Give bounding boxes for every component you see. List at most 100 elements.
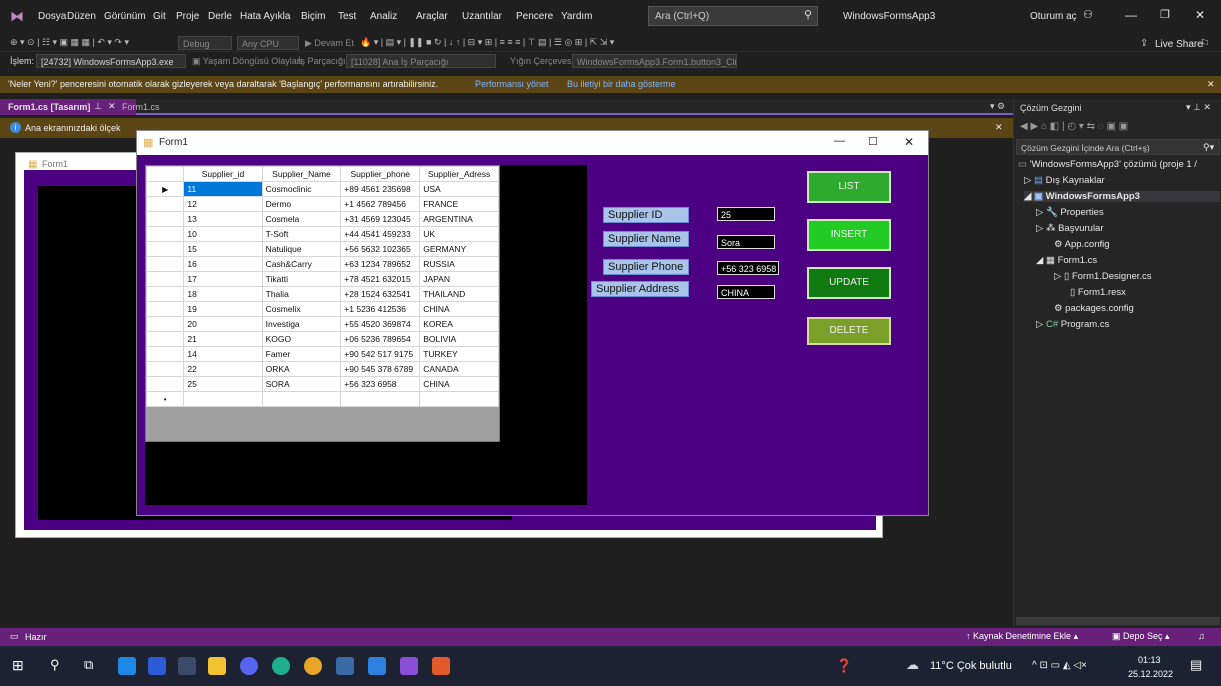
insert-button[interactable]: INSERT xyxy=(807,219,891,251)
weather-icon[interactable]: ☁ xyxy=(906,657,919,673)
supplier-id-field[interactable]: 25 xyxy=(717,207,775,221)
visual-studio-icon[interactable] xyxy=(400,657,418,675)
table-cell[interactable]: CHINA xyxy=(419,376,499,392)
minimize-icon[interactable]: — xyxy=(1125,8,1137,22)
table-cell[interactable]: T-Soft xyxy=(261,226,342,242)
column-header[interactable]: Supplier_Name xyxy=(261,166,342,182)
row-header[interactable] xyxy=(146,271,185,287)
close-icon[interactable]: ✕ xyxy=(1195,8,1205,22)
table-cell[interactable]: +78 4521 632015 xyxy=(340,271,421,287)
table-row[interactable]: 10 T-Soft +44 4541 459233 UK xyxy=(146,226,499,242)
table-row[interactable]: 22 ORKA +90 545 378 6789 CANADA xyxy=(146,361,499,377)
row-header[interactable] xyxy=(146,196,185,212)
thread-select[interactable]: [11028] Ana İş Parçacığı xyxy=(346,54,496,68)
feedback-icon[interactable]: ⚐ xyxy=(1200,37,1210,50)
table-cell[interactable]: Cosmela xyxy=(261,211,342,227)
edge-icon[interactable] xyxy=(272,657,290,675)
menu-file[interactable]: Dosya xyxy=(38,11,66,22)
supplier-name-field[interactable]: Sora xyxy=(717,235,775,249)
table-cell[interactable]: +63 1234 789652 xyxy=(340,256,421,272)
row-header[interactable] xyxy=(146,346,185,362)
mail-icon[interactable] xyxy=(118,657,136,675)
expand-icon[interactable]: ▷ xyxy=(1036,207,1046,218)
continue-button[interactable]: ▶ Devam Et xyxy=(305,38,354,49)
manage-performance-link[interactable]: Performansı yönet xyxy=(475,79,549,89)
table-cell[interactable]: 13 xyxy=(183,211,263,227)
table-cell[interactable]: KOREA xyxy=(419,316,499,332)
table-cell[interactable]: +56 323 6958 xyxy=(340,376,421,392)
table-cell[interactable] xyxy=(183,391,263,407)
row-header[interactable] xyxy=(146,331,185,347)
stack-frame-select[interactable]: WindowsFormsApp3.Form1.button3_Click xyxy=(572,54,737,68)
tray-icons[interactable]: ^ ⊡ ▭ ◭ ◁× xyxy=(1032,660,1087,671)
tree-external-deps[interactable]: ▷ ▤ Dış Kaynaklar xyxy=(1024,175,1105,186)
table-cell[interactable]: 16 xyxy=(183,256,263,272)
table-cell[interactable]: +28 1524 632541 xyxy=(340,286,421,302)
table-cell[interactable]: ORKA xyxy=(261,361,342,377)
table-cell[interactable]: 19 xyxy=(183,301,263,317)
table-cell[interactable]: +1 5236 412536 xyxy=(340,301,421,317)
table-cell[interactable]: Thalia xyxy=(261,286,342,302)
tree-solution[interactable]: ▭ 'WindowsFormsApp3' çözümü (proje 1 / xyxy=(1018,159,1197,170)
tree-form1-resx[interactable]: ▯ Form1.resx xyxy=(1070,287,1126,298)
table-cell[interactable]: +44 4541 459233 xyxy=(340,226,421,242)
row-header[interactable] xyxy=(146,226,185,242)
collapse-icon[interactable]: ◢ xyxy=(1036,255,1046,266)
table-cell[interactable]: Investiga xyxy=(261,316,342,332)
row-header[interactable] xyxy=(146,211,185,227)
weather-text[interactable]: 11°C Çok bulutlu xyxy=(930,660,1012,672)
table-cell[interactable]: 18 xyxy=(183,286,263,302)
table-row[interactable]: 21 KOGO +06 5236 789654 BOLIVIA xyxy=(146,331,499,347)
table-cell[interactable]: USA xyxy=(419,181,499,197)
row-header[interactable] xyxy=(146,286,185,302)
table-cell[interactable]: Dermo xyxy=(261,196,342,212)
steam-icon[interactable] xyxy=(178,657,196,675)
app-icon[interactable] xyxy=(336,657,354,675)
table-cell[interactable]: UK xyxy=(419,226,499,242)
table-cell[interactable]: +90 545 378 6789 xyxy=(340,361,421,377)
table-row[interactable]: 15 Natulique +56 5632 102365 GERMANY xyxy=(146,241,499,257)
notification-center-icon[interactable]: ▤ xyxy=(1190,657,1202,673)
menu-extensions[interactable]: Uzantılar xyxy=(462,11,502,22)
table-cell[interactable]: Famer xyxy=(261,346,342,362)
table-cell[interactable]: TURKEY xyxy=(419,346,499,362)
new-row[interactable]: • xyxy=(146,391,499,407)
table-cell[interactable]: 20 xyxy=(183,316,263,332)
menu-analyze[interactable]: Analiz xyxy=(370,11,397,22)
clock-date[interactable]: 25.12.2022 xyxy=(1128,669,1173,679)
solution-search-input[interactable]: Çözüm Gezgini İçinde Ara (Ctrl+ş) ⚲▾ xyxy=(1016,139,1220,155)
new-row-header[interactable]: • xyxy=(146,391,185,407)
tree-form1-cs[interactable]: ◢ ▦ Form1.cs xyxy=(1036,255,1097,266)
row-header[interactable] xyxy=(146,361,185,377)
menu-project[interactable]: Proje xyxy=(176,11,199,22)
table-row[interactable]: 19 Cosmelix +1 5236 412536 CHINA xyxy=(146,301,499,317)
table-cell[interactable]: JAPAN xyxy=(419,271,499,287)
menu-format[interactable]: Biçim xyxy=(301,11,325,22)
table-cell[interactable]: Cosmelix xyxy=(261,301,342,317)
expand-icon[interactable]: ▷ xyxy=(1036,319,1046,330)
close-icon[interactable]: ✕ xyxy=(904,135,914,149)
table-cell[interactable]: Cash&Carry xyxy=(261,256,342,272)
supplier-table[interactable]: Supplier_id Supplier_Name Supplier_phone… xyxy=(146,166,499,407)
supplier-data-grid[interactable]: Supplier_id Supplier_Name Supplier_phone… xyxy=(145,165,500,442)
menu-help[interactable]: Yardım xyxy=(561,11,593,22)
tree-packages-config[interactable]: ⚙ packages.config xyxy=(1054,303,1134,314)
process-select[interactable]: [24732] WindowsFormsApp3.exe xyxy=(36,54,186,68)
dont-show-again-link[interactable]: Bu iletiyi bir daha gösterme xyxy=(567,79,676,89)
chrome-icon[interactable] xyxy=(304,657,322,675)
table-cell[interactable] xyxy=(261,391,342,407)
live-share-button[interactable]: Live Share xyxy=(1155,39,1203,50)
row-header[interactable] xyxy=(146,256,185,272)
table-cell[interactable]: GERMANY xyxy=(419,241,499,257)
tree-app-config[interactable]: ⚙ App.config xyxy=(1054,239,1110,250)
update-button[interactable]: UPDATE xyxy=(807,267,891,299)
teams-icon[interactable] xyxy=(148,657,166,675)
tree-project[interactable]: ◢ ▣ WindowsFormsApp3 xyxy=(1024,191,1220,202)
table-cell[interactable]: +90 542 517 9175 xyxy=(340,346,421,362)
tree-properties[interactable]: ▷ 🔧 Properties xyxy=(1036,207,1104,218)
row-header[interactable] xyxy=(146,241,185,257)
signin-link[interactable]: Oturum aç xyxy=(1030,11,1077,22)
column-header[interactable]: Supplier_Adress xyxy=(419,166,499,182)
table-row[interactable]: 16 Cash&Carry +63 1234 789652 RUSSIA xyxy=(146,256,499,272)
menu-edit[interactable]: Düzen xyxy=(67,11,96,22)
